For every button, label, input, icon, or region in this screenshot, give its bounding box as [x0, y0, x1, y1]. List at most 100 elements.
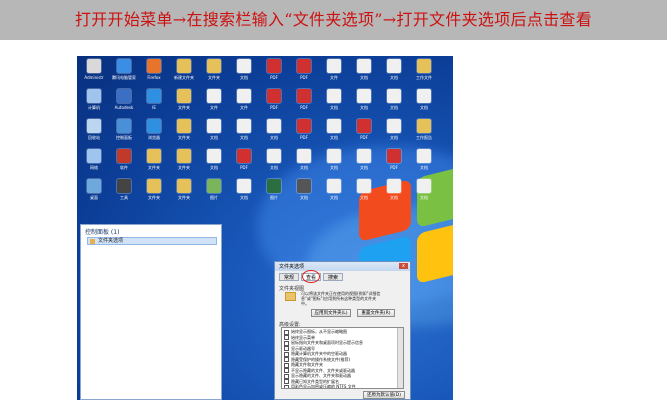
desktop-item-icon[interactable] — [87, 119, 101, 133]
desktop-item-label: 文档 — [390, 105, 398, 110]
desktop-item-icon[interactable] — [327, 119, 341, 133]
setting-label: 隐藏计算机文件夹中的空驱动器 — [291, 351, 347, 356]
desktop-item-icon[interactable] — [87, 59, 101, 73]
desktop-item-label: 文档 — [360, 105, 368, 110]
advanced-list-scrollbar[interactable] — [397, 328, 403, 388]
desktop-item-label: PDF — [360, 135, 368, 140]
apply-to-folders-button[interactable]: 应用到文件夹(L) — [311, 309, 351, 317]
desktop-item-icon[interactable] — [357, 89, 371, 103]
desktop-item-label: 计算机 — [88, 105, 100, 110]
desktop-item-icon[interactable] — [417, 89, 431, 103]
desktop-item-icon[interactable] — [117, 59, 131, 73]
desktop-item-icon[interactable] — [237, 149, 251, 163]
desktop-item-icon[interactable] — [417, 119, 431, 133]
desktop-item-icon[interactable] — [177, 149, 191, 163]
desktop-item-icon[interactable] — [237, 179, 251, 193]
advanced-settings-list[interactable]: 始终显示图标，从不显示缩略图 始终显示菜单 鼠标指向文件夹和桌面项时显示提示信息 显示… — [281, 327, 404, 389]
desktop-item-icon[interactable] — [177, 179, 191, 193]
desktop-item-icon[interactable] — [417, 59, 431, 73]
desktop-item-label: PDF — [390, 165, 398, 170]
desktop-item-icon[interactable] — [357, 59, 371, 73]
desktop-item-icon[interactable] — [297, 89, 311, 103]
desktop-item-icon[interactable] — [357, 149, 371, 163]
folder-options-result-item[interactable]: 文件夹选项 — [87, 237, 217, 245]
tab-general[interactable]: 常规 — [279, 273, 299, 281]
desktop-item-icon[interactable] — [387, 119, 401, 133]
desktop-item-icon[interactable] — [387, 89, 401, 103]
desktop-item-icon[interactable] — [177, 119, 191, 133]
desktop-item-icon[interactable] — [87, 179, 101, 193]
desktop-item-icon[interactable] — [267, 179, 281, 193]
advanced-setting-row[interactable]: 用彩色显示加密或压缩的 NTFS 文件 — [284, 384, 356, 389]
desktop-item-icon[interactable] — [117, 149, 131, 163]
desktop-item-icon[interactable] — [327, 59, 341, 73]
setting-label: 不显示隐藏的文件、文件夹或驱动器 — [291, 367, 355, 373]
desktop-item-label: 文档 — [420, 105, 428, 110]
desktop-item-icon[interactable] — [207, 149, 221, 163]
desktop-item-label: 文档 — [420, 195, 428, 200]
desktop-item-icon[interactable] — [147, 119, 161, 133]
desktop-item-label: 浏览器 — [148, 135, 160, 140]
desktop-item-icon[interactable] — [237, 89, 251, 103]
desktop-item-icon[interactable] — [297, 59, 311, 73]
desktop-item-icon[interactable] — [297, 119, 311, 133]
desktop-item-icon[interactable] — [117, 89, 131, 103]
setting-label: 显示驱动器号 — [291, 345, 315, 351]
restore-defaults-button[interactable]: 还原为默认值(D) — [363, 391, 405, 399]
dialog-titlebar: 文件夹选项 x — [275, 262, 410, 271]
reset-folders-button[interactable]: 重置文件夹(R) — [357, 309, 395, 317]
desktop-item-icon[interactable] — [87, 149, 101, 163]
desktop-item-icon[interactable] — [117, 119, 131, 133]
desktop-item-icon[interactable] — [357, 179, 371, 193]
desktop-item-icon[interactable] — [147, 149, 161, 163]
desktop-item-icon[interactable] — [267, 149, 281, 163]
desktop-item-icon[interactable] — [327, 149, 341, 163]
desktop-item-label: 文件夹 — [148, 195, 160, 200]
desktop-item-icon[interactable] — [147, 179, 161, 193]
desktop-item-label: 文档 — [210, 135, 218, 140]
desktop-item-icon[interactable] — [207, 89, 221, 103]
desktop-item-label: PDF — [270, 75, 278, 80]
desktop-item-label: PDF — [300, 105, 308, 110]
desktop-item-icon[interactable] — [387, 59, 401, 73]
desktop-item-icon[interactable] — [177, 89, 191, 103]
desktop-item-label: Autodesk — [114, 105, 134, 110]
desktop-item-icon[interactable] — [147, 59, 161, 73]
desktop-item-icon[interactable] — [237, 119, 251, 133]
desktop-item-icon[interactable] — [417, 179, 431, 193]
desktop-item-icon[interactable] — [387, 179, 401, 193]
setting-checkbox[interactable] — [284, 384, 289, 388]
desktop-item-icon[interactable] — [297, 149, 311, 163]
desktop-item-icon[interactable] — [387, 149, 401, 163]
setting-label: 用彩色显示加密或压缩的 NTFS 文件 — [291, 384, 356, 389]
desktop-item-icon[interactable] — [207, 59, 221, 73]
desktop-item-icon[interactable] — [297, 179, 311, 193]
desktop-item-icon[interactable] — [267, 59, 281, 73]
desktop-item-icon[interactable] — [147, 89, 161, 103]
desktop-item-icon[interactable] — [327, 89, 341, 103]
desktop-item-icon[interactable] — [207, 179, 221, 193]
desktop-item-icon[interactable] — [357, 119, 371, 133]
desktop-item-icon[interactable] — [327, 179, 341, 193]
desktop-item-icon[interactable] — [207, 119, 221, 133]
folder-views-description: 可以将该文件夹正在使用的视图(例如"详细信息"或"图标")应用到所有这种类型的文… — [301, 291, 381, 306]
setting-label: 始终显示图标，从不显示缩略图 — [291, 329, 347, 334]
tab-search[interactable]: 搜索 — [323, 273, 343, 281]
folder-options-result-label: 文件夹选项 — [98, 238, 124, 244]
dialog-title: 文件夹选项 — [279, 264, 305, 270]
setting-label: 显示隐藏的文件、文件夹和驱动器 — [291, 373, 351, 378]
desktop-item-icon[interactable] — [177, 59, 191, 73]
close-button[interactable]: x — [399, 263, 408, 269]
instruction-text: 打开开始菜单→在搜索栏输入“文件夹选项”→打开文件夹选项后点击查看 — [74, 10, 593, 29]
desktop-item-icon[interactable] — [267, 119, 281, 133]
desktop-item-icon[interactable] — [267, 89, 281, 103]
desktop-item-label: 文档 — [420, 165, 428, 170]
desktop-item-icon[interactable] — [117, 179, 131, 193]
desktop-item-label: 文件夹 — [208, 75, 220, 80]
desktop-item-label: 工具 — [120, 195, 128, 200]
desktop-item-icon[interactable] — [417, 149, 431, 163]
desktop-item-icon[interactable] — [87, 89, 101, 103]
desktop-item-icon[interactable] — [237, 59, 251, 73]
desktop-item-label: 文档 — [360, 195, 368, 200]
desktop-item-label: 文档 — [330, 105, 338, 110]
